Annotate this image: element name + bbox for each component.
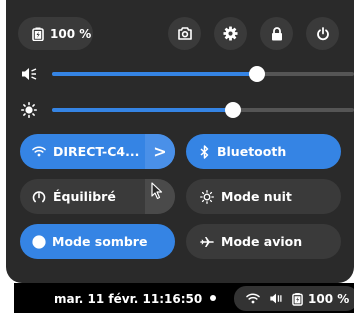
speaker-muted-icon bbox=[269, 292, 283, 305]
chevron-right-icon: > bbox=[153, 142, 167, 161]
wifi-icon bbox=[246, 293, 260, 304]
power-mode-label: Équilibré bbox=[53, 189, 116, 204]
airplane-icon bbox=[200, 235, 214, 249]
settings-button[interactable] bbox=[214, 17, 247, 50]
lock-button[interactable] bbox=[260, 17, 293, 50]
desktop: 100 % DIRECT-C4... > Bluetooth Équilibré… bbox=[0, 0, 354, 313]
battery-icon bbox=[292, 292, 303, 306]
battery-label: 100 % bbox=[50, 26, 92, 41]
speaker-muted-icon bbox=[20, 65, 38, 83]
brightness-knob[interactable] bbox=[225, 102, 242, 118]
quick-settings-panel: 100 % DIRECT-C4... > Bluetooth Équilibré… bbox=[6, 0, 354, 283]
wifi-icon bbox=[32, 146, 46, 157]
notification-dot bbox=[210, 295, 216, 301]
lock-icon bbox=[271, 26, 283, 41]
volume-slider[interactable] bbox=[20, 63, 354, 85]
gauge-icon bbox=[32, 190, 46, 204]
wifi-label: DIRECT-C4... bbox=[53, 144, 140, 159]
bluetooth-icon bbox=[200, 144, 209, 159]
airplane-label: Mode avion bbox=[221, 234, 303, 249]
camera-icon bbox=[177, 27, 192, 40]
wifi-menu-button[interactable]: > bbox=[145, 134, 175, 169]
dark-mode-toggle[interactable]: Mode sombre bbox=[20, 224, 175, 259]
battery-icon bbox=[32, 27, 44, 41]
night-light-icon bbox=[200, 189, 214, 204]
brightness-slider[interactable] bbox=[20, 99, 354, 121]
screenshot-button[interactable] bbox=[168, 17, 201, 50]
wifi-toggle[interactable]: DIRECT-C4... > bbox=[20, 134, 175, 169]
clock[interactable]: mar. 11 févr. 11:16:50 bbox=[54, 292, 202, 306]
top-bar: mar. 11 févr. 11:16:50 100 % bbox=[14, 283, 354, 313]
sun-icon bbox=[20, 101, 38, 119]
power-icon bbox=[316, 26, 330, 41]
bluetooth-toggle[interactable]: Bluetooth bbox=[186, 134, 341, 169]
gear-icon bbox=[223, 26, 238, 41]
dark-mode-label: Mode sombre bbox=[52, 234, 148, 249]
brightness-track[interactable] bbox=[52, 102, 354, 118]
system-menu-indicators[interactable]: 100 % bbox=[234, 286, 354, 311]
power-button[interactable] bbox=[306, 17, 339, 50]
topbar-battery-label: 100 % bbox=[308, 291, 350, 306]
airplane-toggle[interactable]: Mode avion bbox=[186, 224, 341, 259]
dark-mode-icon bbox=[32, 234, 46, 249]
volume-knob[interactable] bbox=[249, 66, 266, 82]
bluetooth-label: Bluetooth bbox=[217, 144, 287, 159]
brightness-fill bbox=[52, 108, 234, 112]
night-mode-toggle[interactable]: Mode nuit bbox=[186, 179, 341, 214]
battery-pill[interactable]: 100 % bbox=[18, 17, 93, 50]
night-mode-label: Mode nuit bbox=[221, 189, 292, 204]
mouse-cursor-icon bbox=[151, 182, 163, 204]
topbar-left-edge bbox=[0, 283, 14, 313]
volume-fill bbox=[52, 72, 258, 76]
volume-track[interactable] bbox=[52, 66, 354, 82]
